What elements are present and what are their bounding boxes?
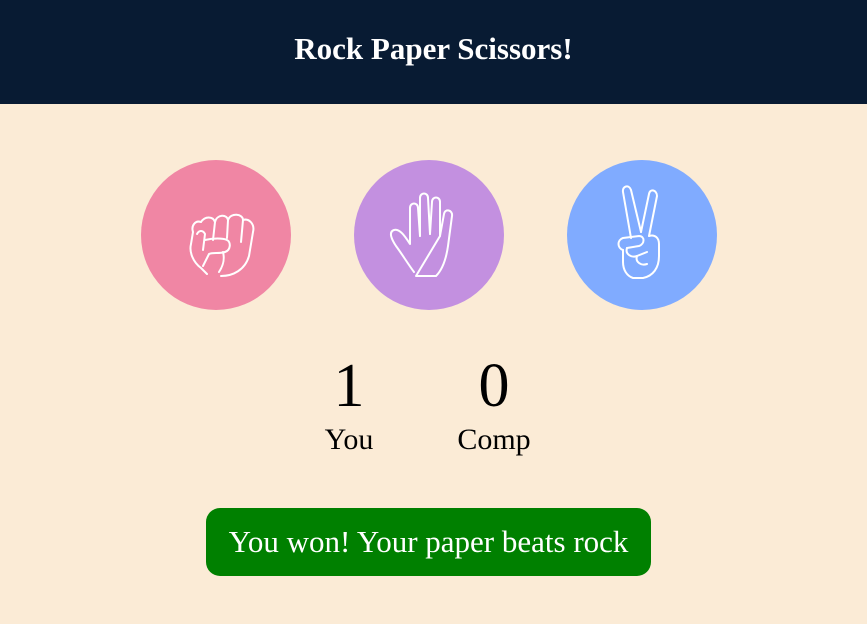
page-title: Rock Paper Scissors! — [294, 31, 573, 66]
player-score-label: You — [324, 423, 374, 456]
victory-hand-icon — [617, 185, 660, 279]
result-message: You won! Your paper beats rock — [228, 524, 629, 559]
rock-button[interactable] — [141, 160, 291, 310]
computer-score: 0 Comp — [439, 350, 549, 458]
paper-button[interactable] — [354, 160, 504, 310]
result-banner: You won! Your paper beats rock — [206, 508, 651, 576]
computer-score-label: Comp — [457, 423, 531, 456]
open-hand-icon — [389, 192, 454, 277]
header-bar: Rock Paper Scissors! — [0, 0, 867, 104]
fist-icon — [189, 213, 255, 277]
computer-score-value: 0 — [478, 352, 510, 420]
scissors-button[interactable] — [567, 160, 717, 310]
player-score: 1 You — [294, 350, 404, 458]
player-score-value: 1 — [333, 352, 365, 420]
